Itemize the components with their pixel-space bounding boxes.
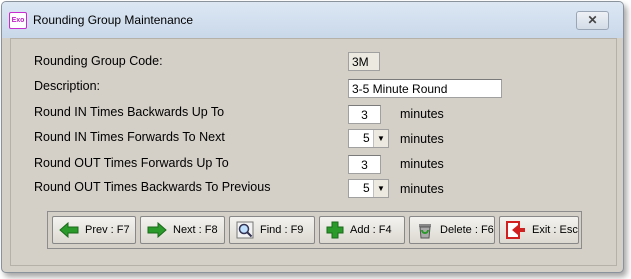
- minutes-label-4: minutes: [400, 182, 444, 196]
- navigation-toolbar: Prev : F7 Next : F8 Find : F9 Add : F4 D…: [47, 211, 582, 249]
- chevron-down-icon[interactable]: ▼: [373, 130, 388, 147]
- dialog-window: Exo Rounding Group Maintenance ✕ Roundin…: [1, 1, 624, 273]
- find-label: Find : F9: [260, 224, 304, 236]
- round-in-forwards-select[interactable]: 5 ▼: [348, 129, 389, 148]
- next-label: Next : F8: [173, 224, 218, 236]
- close-button[interactable]: ✕: [576, 11, 609, 30]
- add-label: Add : F4: [350, 224, 392, 236]
- exit-button[interactable]: Exit : Esc: [499, 216, 579, 244]
- delete-button[interactable]: Delete : F6: [409, 216, 495, 244]
- trash-icon: [419, 224, 431, 239]
- round-in-forwards-value: 5: [363, 131, 370, 145]
- round-out-forwards-input[interactable]: [348, 155, 381, 174]
- prev-button[interactable]: Prev : F7: [52, 216, 136, 244]
- prev-label: Prev : F7: [85, 224, 130, 236]
- close-icon: ✕: [587, 13, 598, 27]
- round-out-backwards-label: Round OUT Times Backwards To Previous: [34, 180, 271, 194]
- add-button[interactable]: Add : F4: [319, 216, 405, 244]
- app-logo-icon: Exo: [9, 12, 27, 29]
- minutes-label-1: minutes: [400, 107, 444, 121]
- round-out-forwards-label: Round OUT Times Forwards Up To: [34, 156, 229, 170]
- minutes-label-2: minutes: [400, 132, 444, 146]
- chevron-down-icon[interactable]: ▼: [373, 180, 388, 197]
- round-out-backwards-value: 5: [363, 181, 370, 195]
- code-label: Rounding Group Code:: [34, 54, 163, 68]
- description-label: Description:: [34, 79, 100, 93]
- round-in-backwards-label: Round IN Times Backwards Up To: [34, 105, 225, 119]
- magnifier-icon: [236, 221, 254, 239]
- minutes-label-3: minutes: [400, 157, 444, 171]
- round-in-forwards-label: Round IN Times Forwards To Next: [34, 130, 225, 144]
- title-bar[interactable]: Exo Rounding Group Maintenance ✕: [2, 2, 623, 38]
- round-in-backwards-input[interactable]: [348, 105, 381, 124]
- plus-icon: [326, 221, 344, 239]
- delete-label: Delete : F6: [440, 224, 494, 236]
- round-out-backwards-select[interactable]: 5 ▼: [348, 179, 389, 198]
- exit-icon: [506, 221, 525, 239]
- description-input[interactable]: [348, 79, 502, 98]
- form-panel: Rounding Group Code: 3M Description: Rou…: [10, 38, 617, 266]
- arrow-right-icon: [147, 222, 167, 238]
- find-button[interactable]: Find : F9: [229, 216, 315, 244]
- code-field: 3M: [348, 52, 380, 71]
- exit-label: Exit : Esc: [532, 224, 578, 236]
- window-title: Rounding Group Maintenance: [33, 13, 194, 27]
- arrow-left-icon: [59, 222, 79, 238]
- next-button[interactable]: Next : F8: [140, 216, 225, 244]
